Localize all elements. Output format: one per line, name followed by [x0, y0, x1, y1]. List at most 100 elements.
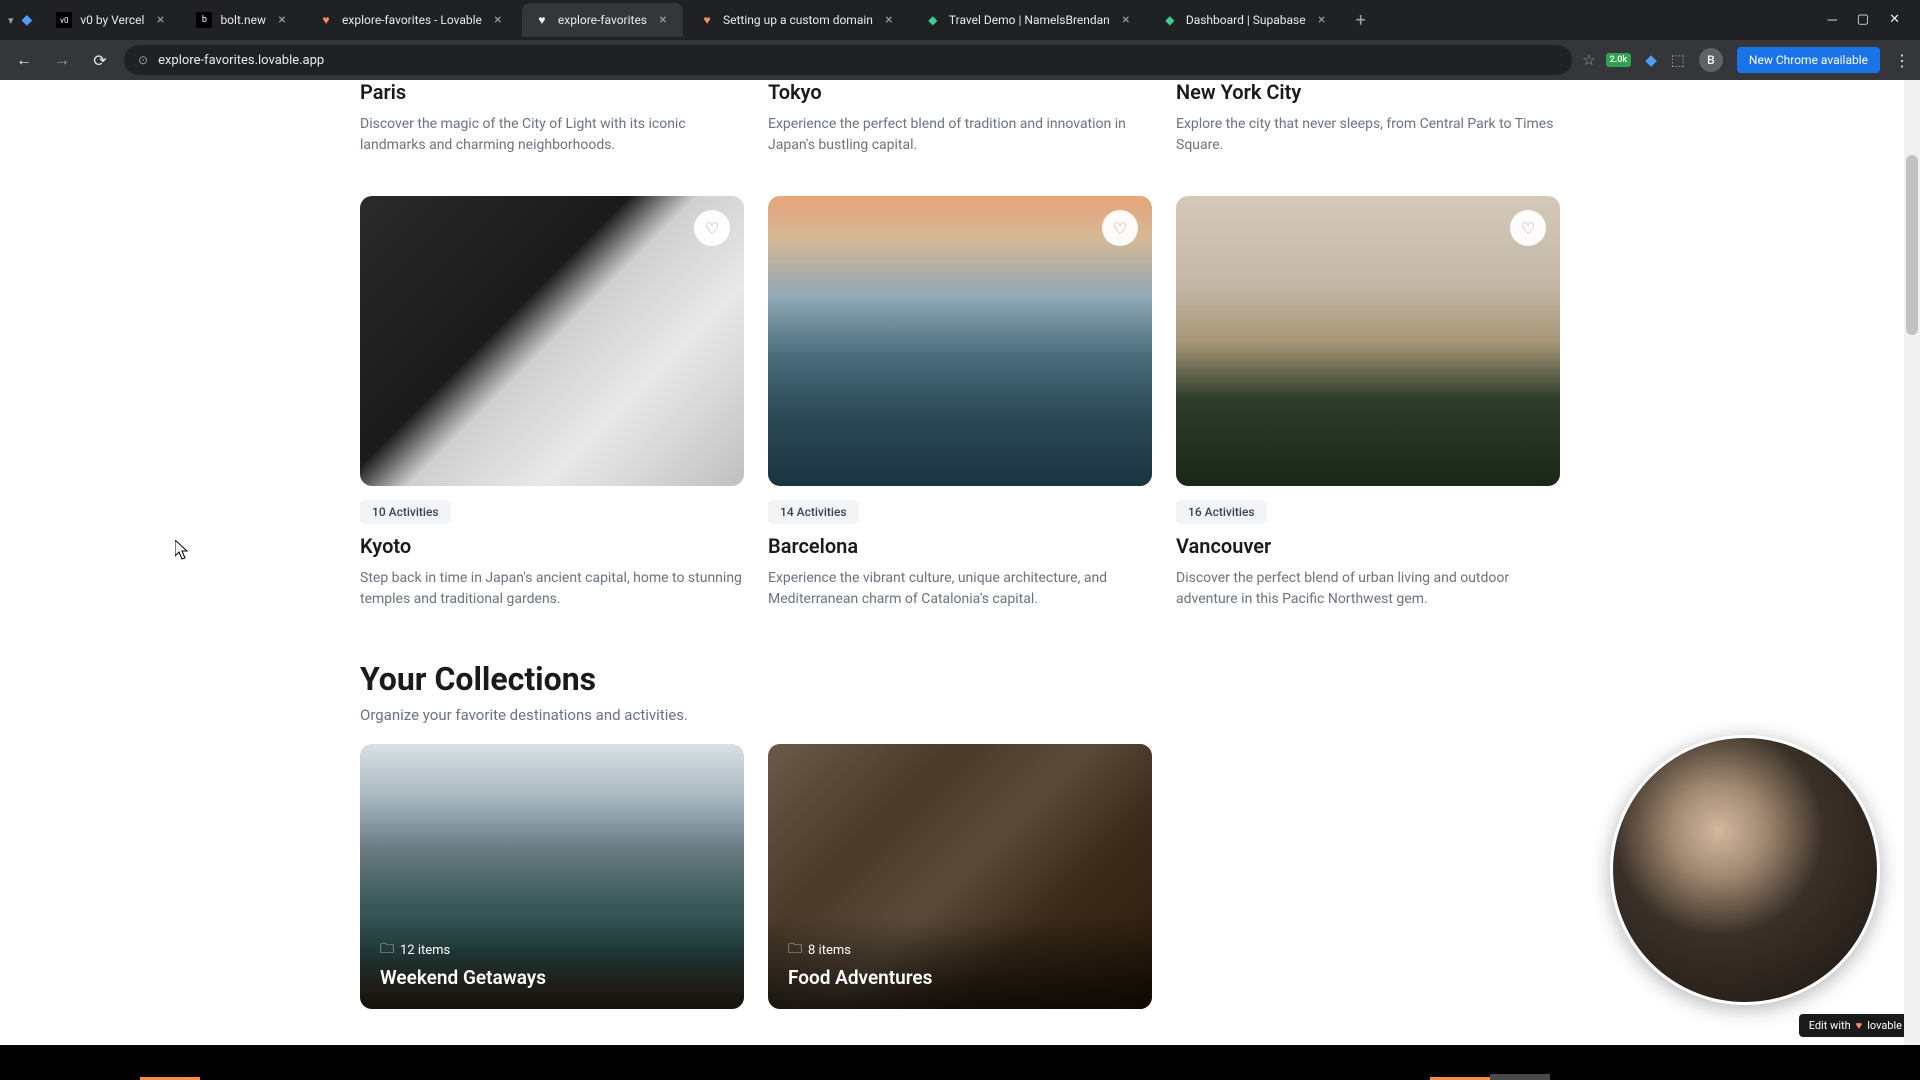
- activity-count-badge: 10 Activities: [360, 500, 451, 524]
- destination-desc: Experience the perfect blend of traditio…: [768, 114, 1152, 156]
- tab-favicon: ♥: [318, 12, 334, 28]
- destination-title: Kyoto: [360, 534, 744, 558]
- site-info-icon[interactable]: ⊙: [138, 53, 148, 67]
- chrome-update-button[interactable]: New Chrome available: [1737, 47, 1880, 73]
- back-button[interactable]: ←: [10, 46, 38, 74]
- close-icon[interactable]: ×: [1118, 12, 1134, 28]
- destination-title: Barcelona: [768, 534, 1152, 558]
- destination-card[interactable]: ♡ 16 Activities Vancouver Discover the p…: [1176, 196, 1560, 610]
- toolbar-actions: 2.0k ◆ ⬚ B New Chrome available ⋮: [1606, 47, 1910, 73]
- gemini-toolbar-icon[interactable]: ◆: [1645, 51, 1657, 69]
- browser-tab[interactable]: ◆ Travel Demo | NamelsBrendan ×: [913, 3, 1146, 37]
- minimize-icon[interactable]: ─: [1828, 12, 1837, 28]
- browser-tab[interactable]: b bolt.new ×: [184, 3, 302, 37]
- folder-icon: 🗀: [380, 938, 394, 962]
- tab-title: explore-favorites: [558, 13, 647, 27]
- tab-favicon: ♥: [534, 12, 550, 28]
- destination-desc: Discover the perfect blend of urban livi…: [1176, 568, 1560, 610]
- close-icon[interactable]: ×: [152, 12, 168, 28]
- collection-item-count: 🗀 8 items: [788, 938, 1132, 962]
- browser-tab[interactable]: v0 v0 by Vercel ×: [44, 3, 180, 37]
- favorite-button[interactable]: ♡: [694, 210, 730, 246]
- browser-tab[interactable]: ♥ Setting up a custom domain ×: [687, 3, 909, 37]
- collection-overlay: 🗀 8 items Food Adventures: [768, 918, 1152, 1009]
- browser-tab[interactable]: ◆ Dashboard | Supabase ×: [1150, 3, 1342, 37]
- tab-favicon: ♥: [699, 12, 715, 28]
- lovable-heart-icon: ♥: [1856, 1019, 1863, 1032]
- collections-heading: Your Collections: [360, 660, 1560, 698]
- destination-image: ♡: [360, 196, 744, 486]
- destination-summary: New York City Explore the city that neve…: [1176, 80, 1560, 156]
- collection-card[interactable]: 🗀 12 items Weekend Getaways: [360, 744, 744, 1009]
- destination-image: ♡: [768, 196, 1152, 486]
- forward-button[interactable]: →: [48, 46, 76, 74]
- close-icon[interactable]: ×: [490, 12, 506, 28]
- collections-subtitle: Organize your favorite destinations and …: [360, 706, 1560, 724]
- browser-tab-active[interactable]: ♥ explore-favorites ×: [522, 3, 683, 37]
- extension-badge[interactable]: 2.0k: [1606, 53, 1632, 67]
- edit-with-lovable-badge[interactable]: Edit with ♥ lovable ×: [1799, 1014, 1912, 1037]
- activity-count-badge: 16 Activities: [1176, 500, 1267, 524]
- tab-title: Setting up a custom domain: [723, 13, 873, 27]
- tab-title: Dashboard | Supabase: [1186, 13, 1306, 27]
- destination-card-row: ♡ 10 Activities Kyoto Step back in time …: [360, 196, 1560, 610]
- destination-image: ♡: [1176, 196, 1560, 486]
- destination-card[interactable]: ♡ 10 Activities Kyoto Step back in time …: [360, 196, 744, 610]
- heart-icon: ♡: [1113, 219, 1127, 238]
- activity-count-badge: 14 Activities: [768, 500, 859, 524]
- page-scrollbar[interactable]: [1904, 80, 1920, 1045]
- profile-avatar[interactable]: B: [1699, 48, 1723, 72]
- url-text: explore-favorites.lovable.app: [158, 53, 324, 68]
- destination-title: Vancouver: [1176, 534, 1560, 558]
- gemini-icon[interactable]: ◆: [22, 12, 33, 28]
- webcam-overlay[interactable]: [1610, 735, 1880, 1005]
- reload-button[interactable]: ⟳: [86, 46, 114, 74]
- destination-desc: Discover the magic of the City of Light …: [360, 114, 744, 156]
- page-viewport: Paris Discover the magic of the City of …: [0, 80, 1920, 1045]
- browser-tab[interactable]: ♥ explore-favorites - Lovable ×: [306, 3, 518, 37]
- tab-search-icon[interactable]: ▾: [8, 14, 14, 27]
- collection-card[interactable]: 🗀 8 items Food Adventures: [768, 744, 1152, 1009]
- tab-favicon: v0: [56, 12, 72, 28]
- destination-desc: Experience the vibrant culture, unique a…: [768, 568, 1152, 610]
- close-icon[interactable]: ×: [655, 12, 671, 28]
- destination-title: Tokyo: [768, 80, 1152, 104]
- close-icon[interactable]: ×: [881, 12, 897, 28]
- destination-title: Paris: [360, 80, 744, 104]
- favorite-button[interactable]: ♡: [1102, 210, 1138, 246]
- tab-title: bolt.new: [220, 13, 266, 27]
- destination-card[interactable]: ♡ 14 Activities Barcelona Experience the…: [768, 196, 1152, 610]
- page-content: Paris Discover the magic of the City of …: [340, 80, 1580, 1009]
- folder-icon: 🗀: [788, 938, 802, 962]
- scrollbar-thumb[interactable]: [1906, 155, 1918, 335]
- edit-badge-brand: lovable: [1867, 1019, 1902, 1032]
- bookmark-icon[interactable]: ☆: [1582, 51, 1595, 69]
- browser-tab-strip: ▾ ◆ v0 v0 by Vercel × b bolt.new × ♥ exp…: [0, 0, 1920, 40]
- extensions-icon[interactable]: ⬚: [1671, 51, 1685, 69]
- collection-overlay: 🗀 12 items Weekend Getaways: [360, 918, 744, 1009]
- browser-menu-icon[interactable]: ⋮: [1894, 51, 1910, 70]
- favorite-button[interactable]: ♡: [1510, 210, 1546, 246]
- taskbar-item: [1490, 1074, 1550, 1080]
- close-icon[interactable]: ×: [1314, 12, 1330, 28]
- destination-desc: Explore the city that never sleeps, from…: [1176, 114, 1560, 156]
- tab-title: explore-favorites - Lovable: [342, 13, 482, 27]
- close-window-icon[interactable]: ✕: [1889, 12, 1900, 28]
- tab-controls: ▾ ◆: [8, 12, 40, 28]
- tab-favicon: ◆: [925, 12, 941, 28]
- windows-taskbar[interactable]: [0, 1045, 1920, 1080]
- address-bar[interactable]: ⊙ explore-favorites.lovable.app: [124, 45, 1572, 75]
- maximize-icon[interactable]: ▢: [1857, 12, 1869, 28]
- destination-text-row: Paris Discover the magic of the City of …: [360, 80, 1560, 156]
- destination-desc: Step back in time in Japan's ancient cap…: [360, 568, 744, 610]
- destination-summary: Paris Discover the magic of the City of …: [360, 80, 744, 156]
- close-icon[interactable]: ×: [274, 12, 290, 28]
- tab-title: Travel Demo | NamelsBrendan: [949, 13, 1110, 27]
- new-tab-button[interactable]: +: [1346, 10, 1376, 31]
- heart-icon: ♡: [705, 219, 719, 238]
- collections-row: 🗀 12 items Weekend Getaways 🗀 8 items Fo…: [360, 744, 1560, 1009]
- tab-favicon: b: [196, 12, 212, 28]
- window-controls: ─ ▢ ✕: [1828, 12, 1912, 28]
- destination-summary: Tokyo Experience the perfect blend of tr…: [768, 80, 1152, 156]
- tab-favicon: ◆: [1162, 12, 1178, 28]
